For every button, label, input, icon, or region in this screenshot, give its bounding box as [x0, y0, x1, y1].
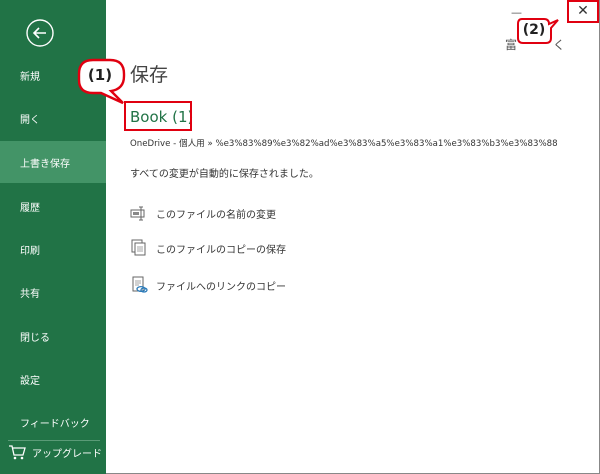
annotation-box-1	[124, 101, 192, 131]
main-panel	[106, 0, 600, 474]
back-button[interactable]	[25, 18, 55, 48]
cart-icon	[9, 445, 26, 460]
sidebar-item-save[interactable]: 上書き保存	[0, 141, 106, 183]
annotation-badge-2: (2)	[516, 16, 560, 48]
page-title: 保存	[130, 64, 169, 86]
annotation-badge-1: (1)	[75, 56, 131, 106]
upgrade-button[interactable]: アップグレード	[8, 444, 102, 460]
rename-file-button[interactable]: このファイルの名前の変更	[130, 204, 276, 222]
copy-icon	[131, 239, 146, 256]
link-icon	[132, 276, 148, 293]
back-arrow-icon	[26, 19, 54, 47]
save-status: すべての変更が自動的に保存されました。	[130, 169, 319, 180]
sidebar-item-share[interactable]: 共有	[0, 271, 106, 313]
sidebar-divider	[8, 440, 100, 441]
sidebar-item-print[interactable]: 印刷	[0, 228, 106, 270]
copy-link-button[interactable]: ファイルへのリンクのコピー	[130, 276, 286, 294]
sidebar-item-close[interactable]: 閉じる	[0, 315, 106, 357]
file-location: OneDrive - 個人用 » %e3%83%89%e3%82%ad%e3%8…	[130, 139, 558, 149]
annotation-box-2	[567, 0, 599, 23]
sidebar-item-feedback[interactable]: フィードバック	[0, 404, 106, 440]
rename-icon	[130, 206, 145, 221]
sidebar-item-history[interactable]: 履歴	[0, 185, 106, 227]
sidebar-item-settings[interactable]: 設定	[0, 358, 106, 400]
save-copy-button[interactable]: このファイルのコピーの保存	[130, 239, 286, 257]
